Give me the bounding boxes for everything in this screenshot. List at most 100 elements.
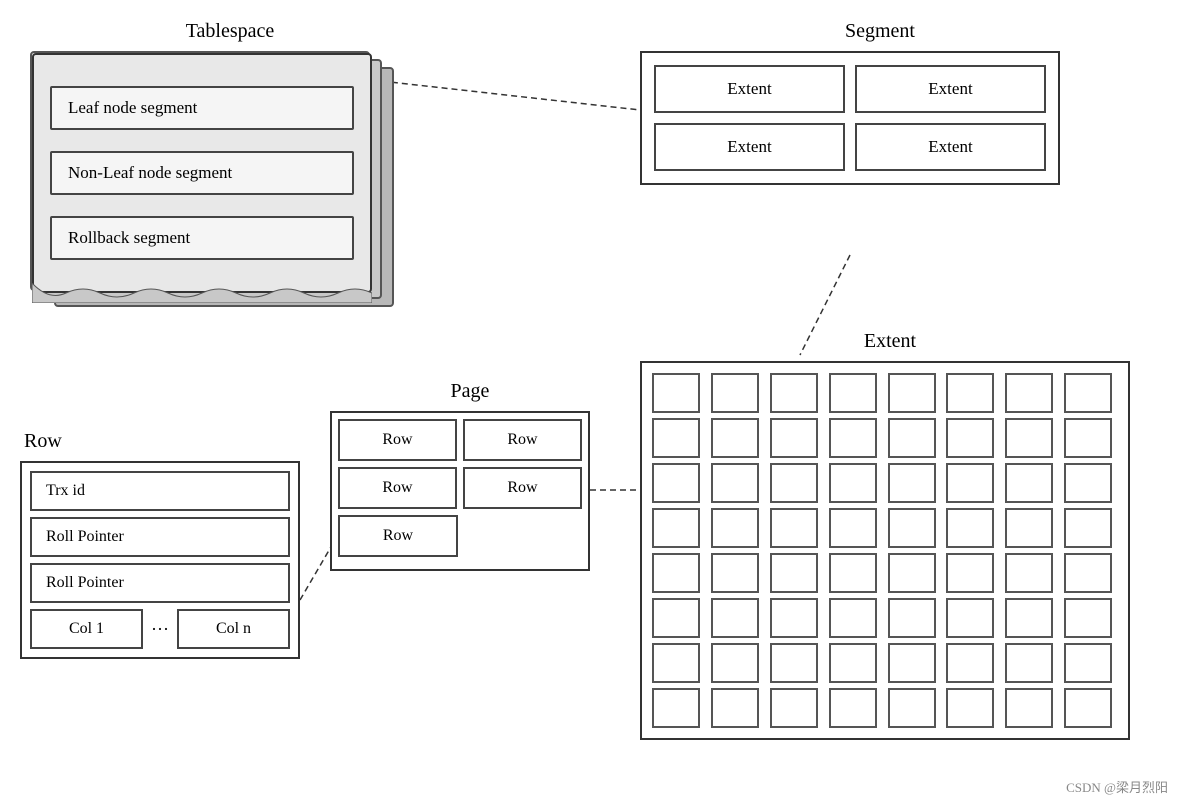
page-cell (711, 688, 759, 728)
page-cell (1064, 598, 1112, 638)
page-cell (1005, 508, 1053, 548)
page-cell (829, 463, 877, 503)
col-n-box: Col n (177, 609, 290, 649)
page-cell (829, 418, 877, 458)
page-cell (711, 508, 759, 548)
tablespace-section: Tablespace Leaf node segment Non-Leaf no… (30, 20, 430, 331)
page-cell (1064, 643, 1112, 683)
wavy-decoration (32, 283, 372, 303)
page-cell (770, 508, 818, 548)
page-cell (770, 373, 818, 413)
row-box: Trx id Roll Pointer Roll Pointer Col 1 ·… (20, 461, 300, 659)
roll-pointer-field-1: Roll Pointer (30, 517, 290, 557)
page-cell (829, 553, 877, 593)
page-cell (652, 553, 700, 593)
page-cell (946, 373, 994, 413)
row-label: Row (20, 430, 310, 453)
page-cell (888, 373, 936, 413)
page-cell (711, 373, 759, 413)
page-cell (652, 373, 700, 413)
rollback-segment-item: Rollback segment (50, 216, 354, 260)
diagram-container: Tablespace Leaf node segment Non-Leaf no… (0, 0, 1184, 806)
page-cell (770, 688, 818, 728)
page-cell (1064, 373, 1112, 413)
watermark: CSDN @梁月烈阳 (1066, 777, 1168, 796)
extent-box-1: Extent (654, 65, 845, 113)
trx-id-field: Trx id (30, 471, 290, 511)
page-cell (711, 463, 759, 503)
roll-pointer-field-2: Roll Pointer (30, 563, 290, 603)
page-cell (770, 418, 818, 458)
tablespace-stack: Leaf node segment Non-Leaf node segment … (30, 51, 410, 331)
page-cell (946, 598, 994, 638)
page-cell (1005, 598, 1053, 638)
page-cell (946, 688, 994, 728)
page-cell (1064, 463, 1112, 503)
extent-label: Extent (640, 330, 1140, 353)
page-cell (711, 598, 759, 638)
page-cell (770, 598, 818, 638)
page-cell (1005, 463, 1053, 503)
page-layer-front: Leaf node segment Non-Leaf node segment … (30, 51, 370, 291)
page-cell (888, 463, 936, 503)
page-cell (1064, 418, 1112, 458)
page-cell (1005, 373, 1053, 413)
leaf-node-segment-item: Leaf node segment (50, 86, 354, 130)
page-cell (652, 508, 700, 548)
page-cell (888, 643, 936, 683)
extent-box-2: Extent (855, 65, 1046, 113)
page-cell (1005, 418, 1053, 458)
page-cell (652, 643, 700, 683)
page-cell (1005, 688, 1053, 728)
page-box: Row Row Row Row Row (330, 411, 590, 571)
page-row-cell-3: Row (338, 467, 457, 509)
extent-box-4: Extent (855, 123, 1046, 171)
page-cell (652, 688, 700, 728)
page-cell (829, 688, 877, 728)
segment-list-box: Leaf node segment Non-Leaf node segment … (32, 53, 372, 293)
page-row-cell-1: Row (338, 419, 457, 461)
page-cell (1005, 643, 1053, 683)
page-cell (829, 598, 877, 638)
page-cell (888, 688, 936, 728)
page-cell (770, 643, 818, 683)
col-1-box: Col 1 (30, 609, 143, 649)
segment-grid: Extent Extent Extent Extent (640, 51, 1060, 185)
row-section: Row Trx id Roll Pointer Roll Pointer Col… (20, 430, 310, 659)
page-cell (770, 463, 818, 503)
page-row-cell-2: Row (463, 419, 582, 461)
page-row-1: Row Row (338, 419, 582, 461)
extent-grid (640, 361, 1130, 740)
page-cell (711, 553, 759, 593)
page-cell (946, 508, 994, 548)
page-cell (1064, 508, 1112, 548)
page-cell (946, 643, 994, 683)
extent-section: Extent (640, 330, 1140, 740)
page-cell (888, 508, 936, 548)
page-cell (1005, 553, 1053, 593)
page-cell (829, 643, 877, 683)
page-cell (829, 508, 877, 548)
page-cell (829, 373, 877, 413)
extent-box-3: Extent (654, 123, 845, 171)
page-cell (1064, 553, 1112, 593)
segment-section: Segment Extent Extent Extent Extent (640, 20, 1120, 185)
page-cell (946, 553, 994, 593)
page-row-2: Row Row (338, 467, 582, 509)
page-cell (711, 418, 759, 458)
segment-label: Segment (640, 20, 1120, 43)
dots-label: ··· (147, 619, 173, 640)
page-cell (652, 463, 700, 503)
tablespace-label: Tablespace (30, 20, 430, 43)
page-row-cell-5: Row (338, 515, 458, 557)
page-cell (770, 553, 818, 593)
page-cell (652, 598, 700, 638)
page-cell (946, 463, 994, 503)
page-cell (888, 598, 936, 638)
row-cols: Col 1 ··· Col n (30, 609, 290, 649)
page-cell (1064, 688, 1112, 728)
page-cell (888, 553, 936, 593)
page-cell (711, 643, 759, 683)
page-row-3: Row (338, 515, 582, 557)
non-leaf-node-segment-item: Non-Leaf node segment (50, 151, 354, 195)
